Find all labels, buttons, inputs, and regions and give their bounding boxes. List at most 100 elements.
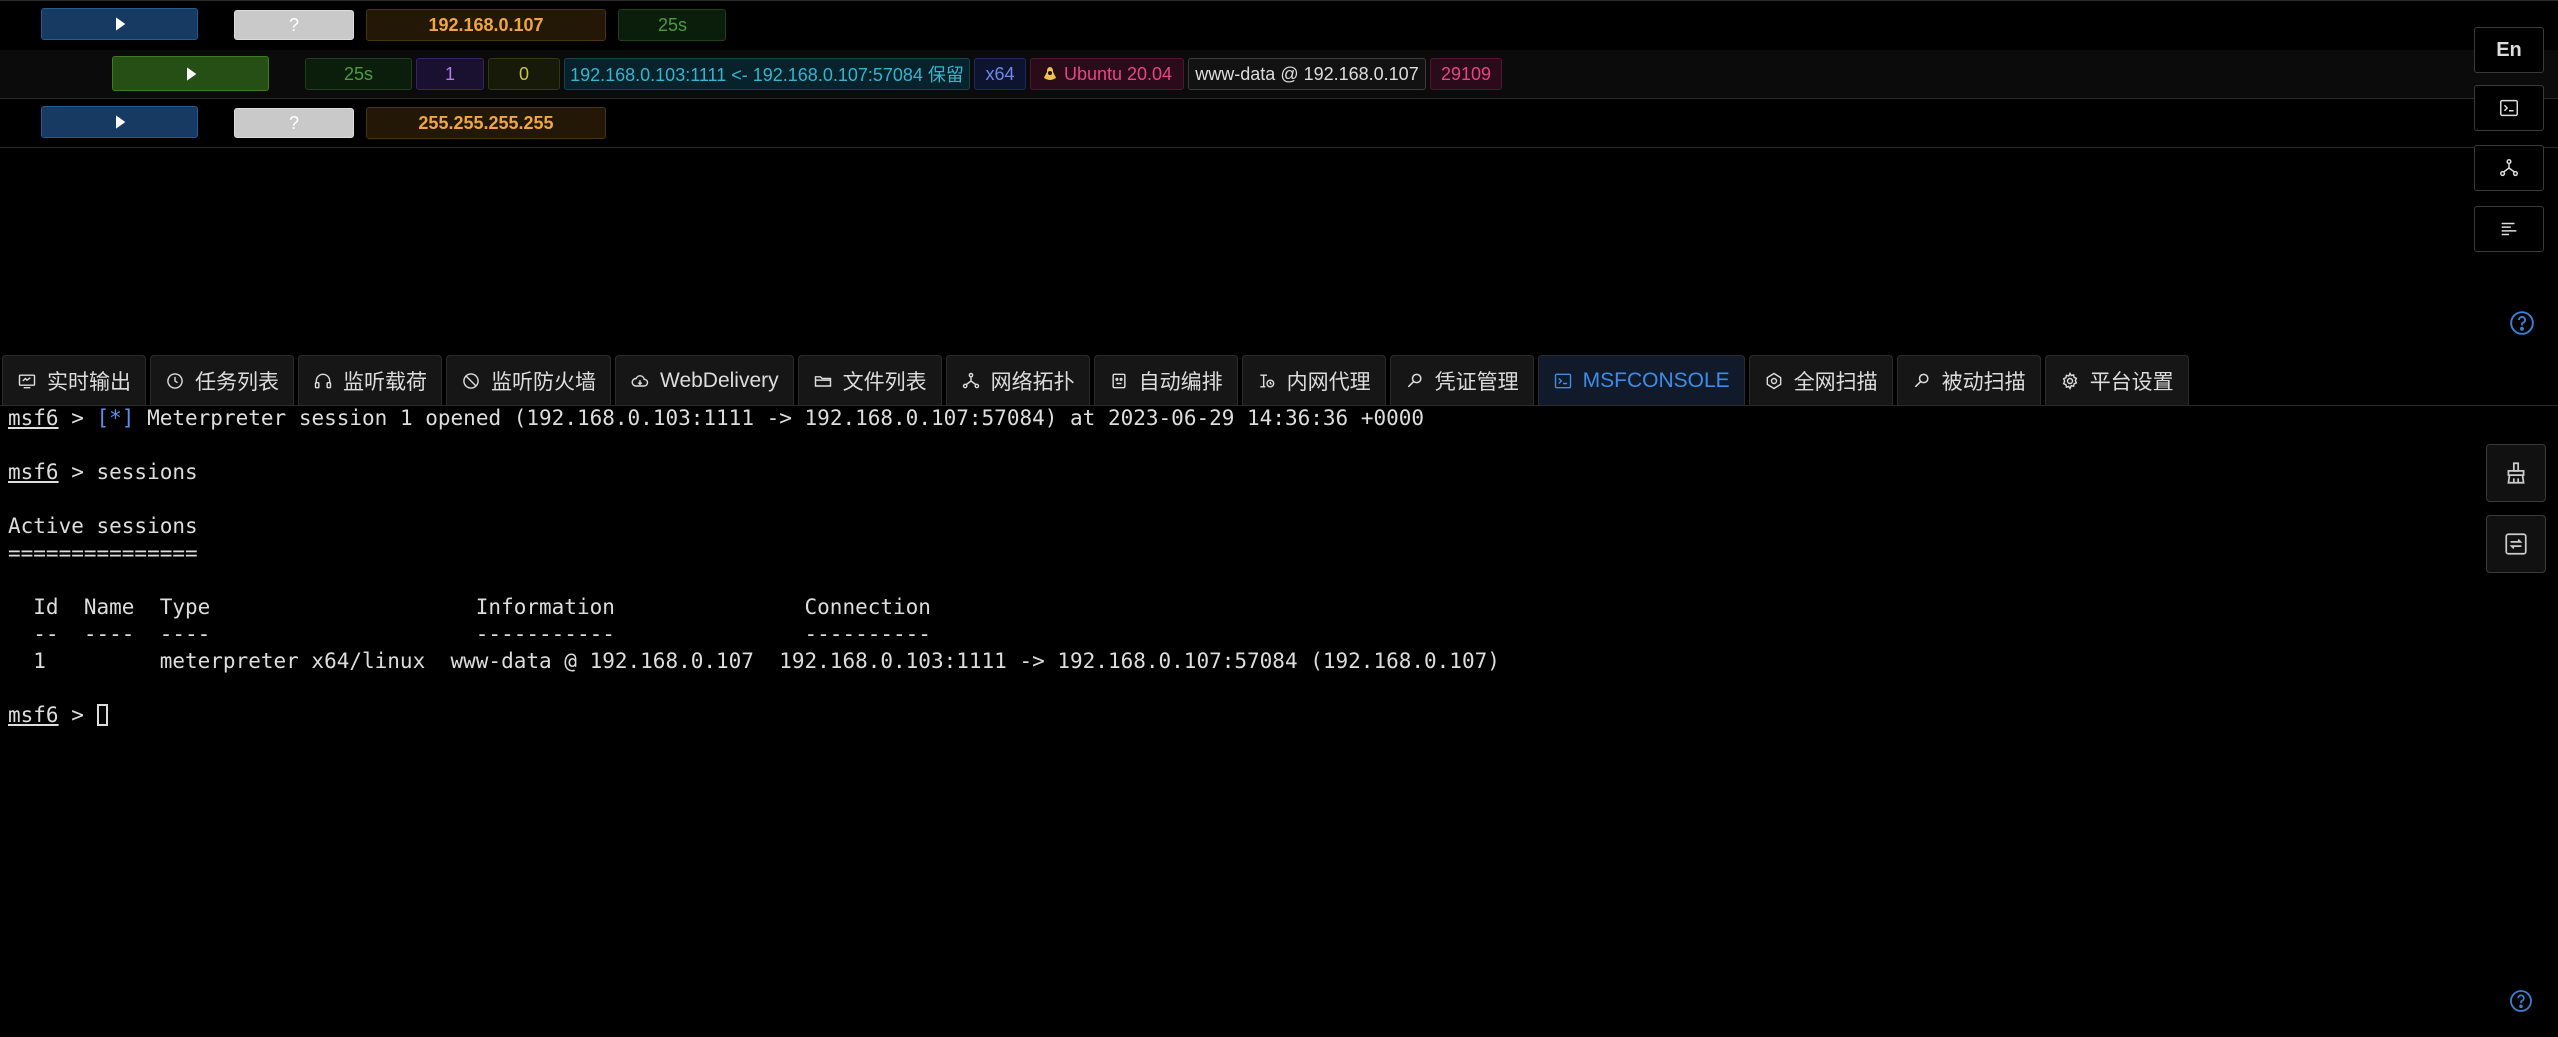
session-pid-badge: 29109 (1430, 58, 1502, 90)
terminal-info-marker: [*] (96, 406, 135, 430)
terminal-output-text: Meterpreter session 1 opened (192.168.0.… (134, 406, 1425, 430)
session-row: 25s 1 0 192.168.0.103:1111 <- 192.168.0.… (0, 50, 2558, 99)
terminal-input-line[interactable]: msf6 > (8, 702, 2460, 729)
session-connection-text: 192.168.0.103:1111 <- 192.168.0.107:5708… (570, 65, 964, 85)
session-user-text: www-data @ 192.168.0.107 (1195, 63, 1419, 84)
tab-label: 内网代理 (1286, 370, 1371, 394)
terminal-refresh-button[interactable] (2486, 515, 2546, 573)
msfconsole-terminal[interactable]: msf6 > [*] Meterpreter session 1 opened … (0, 405, 2460, 1037)
host-age-badge: 25s (618, 9, 726, 41)
tab-auto-orchestration[interactable]: 自动编排 (1093, 355, 1238, 405)
align-left-button[interactable] (2474, 206, 2544, 252)
tab-label: WebDelivery (660, 368, 779, 392)
host-ip-text: 192.168.0.107 (428, 14, 544, 35)
tab-label: 平台设置 (2089, 370, 2174, 394)
language-toggle-button[interactable]: En (2474, 27, 2544, 73)
terminal-line: Active sessions (8, 514, 198, 538)
session-id-text: 1 (444, 63, 455, 84)
session-action-button[interactable] (112, 56, 269, 91)
terminal-prompt: msf6 (8, 406, 59, 430)
host-age-text: 25s (658, 14, 688, 35)
tab-file-list[interactable]: 文件列表 (797, 355, 942, 405)
tab-network-topology[interactable]: 网络拓扑 (945, 355, 1090, 405)
tab-passive-scan[interactable]: 被动扫描 (1896, 355, 2041, 405)
session-connection-badge[interactable]: 192.168.0.103:1111 <- 192.168.0.107:5708… (564, 58, 970, 90)
session-count-badge: 0 (488, 58, 560, 90)
topology-button[interactable] (2474, 145, 2544, 191)
tab-listener-payload[interactable]: 监听载荷 (298, 355, 442, 405)
stop-icon (463, 372, 479, 389)
play-icon (115, 17, 125, 31)
host-ip-badge[interactable]: 255.255.255.255 (366, 107, 606, 139)
tab-full-network-scan[interactable]: 全网扫描 (1748, 355, 1893, 405)
terminal-icon (1554, 373, 1571, 388)
terminal-prompt-arrow: > (58, 703, 97, 727)
host-action-button[interactable] (41, 106, 198, 138)
tab-msfconsole[interactable]: MSFCONSOLE (1537, 355, 1745, 405)
history-icon (167, 372, 183, 389)
align-left-icon (2501, 222, 2517, 236)
terminal-line: msf6 > sessions (8, 459, 2460, 486)
tab-label: 网络拓扑 (990, 370, 1075, 394)
key-icon (1407, 373, 1422, 387)
console-button[interactable] (2474, 85, 2544, 131)
headphones-icon (314, 373, 332, 388)
session-age-text: 25s (343, 63, 374, 84)
topology-icon (962, 372, 979, 388)
folder-icon (814, 375, 831, 387)
help-icon[interactable] (2509, 989, 2533, 1013)
terminal-clear-button[interactable] (2486, 444, 2546, 502)
tab-label: 监听防火墙 (491, 370, 596, 394)
proxy-icon (1259, 373, 1275, 388)
session-count-text: 0 (518, 63, 529, 84)
terminal-icon (2500, 99, 2518, 117)
session-os-text: Ubuntu 20.04 (1063, 63, 1173, 84)
tab-bar: 实时输出 任务列表 监听载荷 监听防火墙 WebDelivery 文件列表 网络… (0, 353, 2558, 406)
terminal-line: =============== (8, 541, 198, 565)
host-row: ? 192.168.0.107 25s (0, 0, 2558, 51)
topology-icon (2500, 159, 2518, 177)
refresh-icon (2505, 533, 2527, 555)
host-ip-badge[interactable]: 192.168.0.107 (366, 9, 606, 41)
help-icon[interactable] (2509, 310, 2535, 336)
host-ip-text: 255.255.255.255 (418, 112, 554, 133)
tab-task-list[interactable]: 任务列表 (150, 355, 294, 405)
tab-label: 凭证管理 (1434, 370, 1519, 394)
session-os-badge: Ubuntu 20.04 (1030, 58, 1184, 90)
sessions-table-rule: -- ---- ---- ----------- ---------- (8, 622, 931, 646)
session-user-badge: www-data @ 192.168.0.107 (1188, 58, 1426, 90)
tab-label: 文件列表 (842, 370, 927, 394)
host-status-text: ? (288, 14, 299, 35)
session-arch-text: x64 (985, 63, 1015, 84)
tab-webdelivery[interactable]: WebDelivery (615, 355, 794, 405)
tab-realtime-output[interactable]: 实时输出 (2, 355, 146, 405)
tab-label: 实时输出 (47, 370, 131, 394)
session-id-badge: 1 (416, 58, 484, 90)
host-os-unknown: ? (234, 108, 354, 138)
host-action-button[interactable] (41, 8, 198, 40)
robot-icon (1112, 373, 1126, 388)
host-status-text: ? (288, 112, 299, 133)
broom-icon (2507, 462, 2525, 484)
tab-platform-settings[interactable]: 平台设置 (2044, 355, 2189, 405)
tab-label: 被动扫描 (1941, 370, 2026, 394)
tab-listener-firewall[interactable]: 监听防火墙 (446, 355, 611, 405)
terminal-cursor (96, 704, 108, 726)
tab-intranet-proxy[interactable]: 内网代理 (1241, 355, 1386, 405)
session-pid-text: 29109 (1440, 63, 1492, 84)
tab-label: 任务列表 (195, 370, 279, 394)
session-age-badge: 25s (305, 58, 412, 90)
cloud-icon (631, 374, 649, 387)
sessions-table-header: Id Name Type Information Connection (8, 595, 931, 619)
tab-label: 全网扫描 (1793, 370, 1878, 394)
terminal-prompt-arrow: > (58, 406, 97, 430)
tab-credential-management[interactable]: 凭证管理 (1389, 355, 1534, 405)
tab-label: MSFCONSOLE (1582, 368, 1730, 392)
tab-label: 自动编排 (1138, 370, 1223, 394)
tab-label: 监听载荷 (343, 370, 427, 394)
terminal-prompt: msf6 (8, 460, 59, 484)
play-icon (186, 66, 196, 81)
gear-icon (2062, 371, 2077, 390)
terminal-line: msf6 > [*] Meterpreter session 1 opened … (8, 405, 2460, 432)
session-arch-badge: x64 (974, 58, 1026, 90)
